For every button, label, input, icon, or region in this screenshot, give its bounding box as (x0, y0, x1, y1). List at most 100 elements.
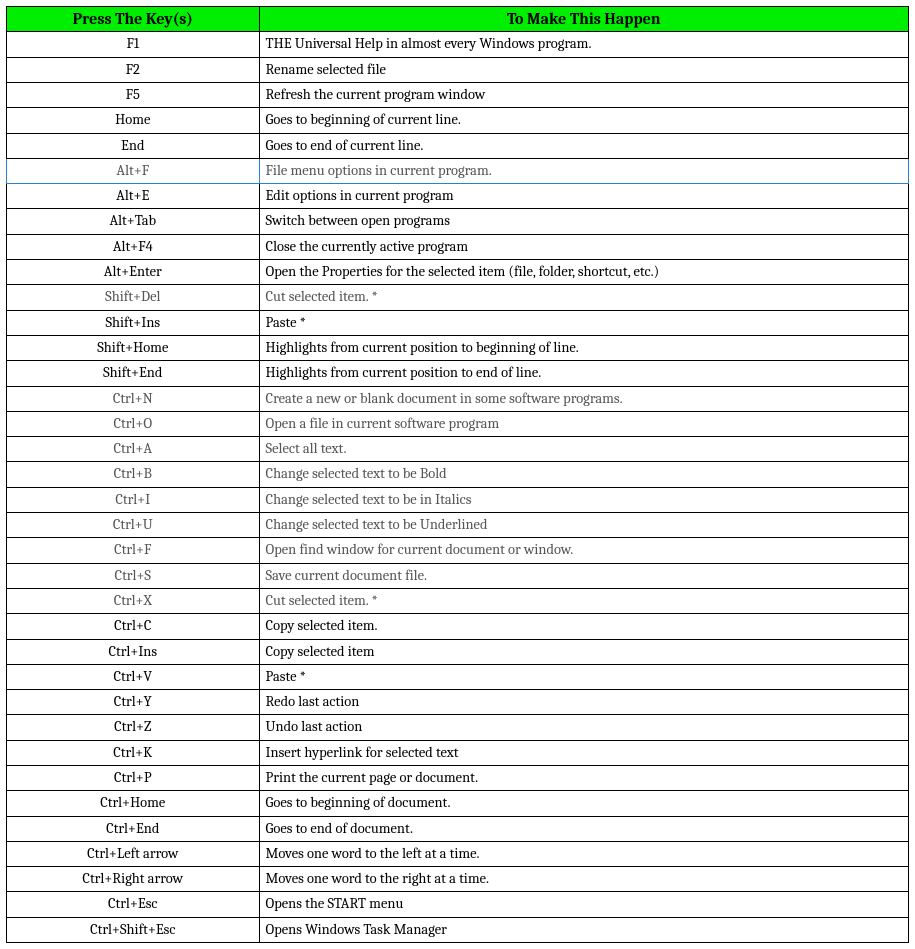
desc-cell: Save current document file. (259, 563, 908, 588)
key-cell: Ctrl+C (7, 614, 260, 639)
key-cell: F2 (7, 57, 260, 82)
table-row: Alt+EnterOpen the Properties for the sel… (7, 260, 909, 285)
key-cell: Ctrl+N (7, 386, 260, 411)
desc-cell: Open a file in current software program (259, 411, 908, 436)
table-row: Alt+F4Close the currently active program (7, 234, 909, 259)
key-cell: Shift+End (7, 361, 260, 386)
table-row: Ctrl+KInsert hyperlink for selected text (7, 740, 909, 765)
table-row: Shift+InsPaste * (7, 310, 909, 335)
desc-cell: Highlights from current position to end … (259, 361, 908, 386)
desc-cell: Redo last action (259, 690, 908, 715)
key-cell: Ctrl+Y (7, 690, 260, 715)
key-cell: Alt+E (7, 184, 260, 209)
table-row: Ctrl+VPaste * (7, 664, 909, 689)
table-row: HomeGoes to beginning of current line. (7, 108, 909, 133)
key-cell: Ctrl+Home (7, 791, 260, 816)
desc-cell: Copy selected item (259, 639, 908, 664)
desc-cell: Edit options in current program (259, 184, 908, 209)
table-row: EndGoes to end of current line. (7, 133, 909, 158)
desc-cell: Open the Properties for the selected ite… (259, 260, 908, 285)
desc-cell: File menu options in current program. (259, 158, 908, 183)
key-cell: Ctrl+End (7, 816, 260, 841)
desc-cell: Undo last action (259, 715, 908, 740)
key-cell: Shift+Home (7, 335, 260, 360)
desc-cell: Cut selected item. * (259, 588, 908, 613)
desc-cell: Rename selected file (259, 57, 908, 82)
table-row: Ctrl+FOpen find window for current docum… (7, 538, 909, 563)
table-row: Ctrl+ASelect all text. (7, 437, 909, 462)
key-cell: Ctrl+A (7, 437, 260, 462)
desc-cell: Moves one word to the left at a time. (259, 841, 908, 866)
table-row: Ctrl+EndGoes to end of document. (7, 816, 909, 841)
table-header-row: Press The Key(s) To Make This Happen (7, 7, 909, 32)
desc-cell: Goes to beginning of document. (259, 791, 908, 816)
key-cell: Alt+Enter (7, 260, 260, 285)
key-cell: F1 (7, 32, 260, 57)
key-cell: Ctrl+I (7, 487, 260, 512)
desc-cell: Change selected text to be Underlined (259, 513, 908, 538)
key-cell: Ctrl+S (7, 563, 260, 588)
table-row: Shift+DelCut selected item. * (7, 285, 909, 310)
desc-cell: Change selected text to be in Italics (259, 487, 908, 512)
table-row: Ctrl+Right arrowMoves one word to the ri… (7, 867, 909, 892)
key-cell: Ctrl+X (7, 588, 260, 613)
key-cell: Ctrl+P (7, 766, 260, 791)
key-cell: Ctrl+U (7, 513, 260, 538)
desc-cell: Paste * (259, 664, 908, 689)
table-row: Ctrl+SSave current document file. (7, 563, 909, 588)
table-row: Ctrl+Left arrowMoves one word to the lef… (7, 841, 909, 866)
table-row: Ctrl+Shift+EscOpens Windows Task Manager (7, 917, 909, 942)
table-row: Shift+EndHighlights from current positio… (7, 361, 909, 386)
desc-cell: Goes to end of current line. (259, 133, 908, 158)
table-row: Ctrl+BChange selected text to be Bold (7, 462, 909, 487)
desc-cell: THE Universal Help in almost every Windo… (259, 32, 908, 57)
desc-cell: Highlights from current position to begi… (259, 335, 908, 360)
table-row: Ctrl+ZUndo last action (7, 715, 909, 740)
table-row: Ctrl+YRedo last action (7, 690, 909, 715)
desc-cell: Refresh the current program window (259, 82, 908, 107)
table-row: F5Refresh the current program window (7, 82, 909, 107)
table-row: Ctrl+InsCopy selected item (7, 639, 909, 664)
desc-cell: Moves one word to the right at a time. (259, 867, 908, 892)
key-cell: Home (7, 108, 260, 133)
desc-cell: Copy selected item. (259, 614, 908, 639)
desc-cell: Select all text. (259, 437, 908, 462)
desc-cell: Paste * (259, 310, 908, 335)
desc-cell: Change selected text to be Bold (259, 462, 908, 487)
table-row: Alt+TabSwitch between open programs (7, 209, 909, 234)
desc-cell: Opens Windows Task Manager (259, 917, 908, 942)
desc-cell: Goes to beginning of current line. (259, 108, 908, 133)
table-row: Ctrl+EscOpens the START menu (7, 892, 909, 917)
key-cell: Alt+Tab (7, 209, 260, 234)
key-cell: Ctrl+K (7, 740, 260, 765)
key-cell: Ctrl+Shift+Esc (7, 917, 260, 942)
key-cell: Shift+Del (7, 285, 260, 310)
key-cell: Ctrl+B (7, 462, 260, 487)
table-row: Ctrl+XCut selected item. * (7, 588, 909, 613)
table-row: Alt+EEdit options in current program (7, 184, 909, 209)
table-row: Ctrl+NCreate a new or blank document in … (7, 386, 909, 411)
key-cell: Ctrl+Right arrow (7, 867, 260, 892)
key-cell: Ctrl+Left arrow (7, 841, 260, 866)
key-cell: Alt+F4 (7, 234, 260, 259)
shortcut-table: Press The Key(s) To Make This Happen F1T… (6, 6, 909, 943)
table-row: F1THE Universal Help in almost every Win… (7, 32, 909, 57)
table-row: Ctrl+CCopy selected item. (7, 614, 909, 639)
table-row: Alt+FFile menu options in current progra… (7, 158, 909, 183)
key-cell: Ctrl+O (7, 411, 260, 436)
key-cell: F5 (7, 82, 260, 107)
table-row: Ctrl+HomeGoes to beginning of document. (7, 791, 909, 816)
key-cell: Ctrl+Esc (7, 892, 260, 917)
table-row: Shift+HomeHighlights from current positi… (7, 335, 909, 360)
desc-cell: Close the currently active program (259, 234, 908, 259)
header-key: Press The Key(s) (7, 7, 260, 32)
key-cell: Ctrl+Ins (7, 639, 260, 664)
table-row: Ctrl+OOpen a file in current software pr… (7, 411, 909, 436)
desc-cell: Insert hyperlink for selected text (259, 740, 908, 765)
table-row: Ctrl+UChange selected text to be Underli… (7, 513, 909, 538)
key-cell: Shift+Ins (7, 310, 260, 335)
table-row: Ctrl+PPrint the current page or document… (7, 766, 909, 791)
table-row: F2Rename selected file (7, 57, 909, 82)
key-cell: End (7, 133, 260, 158)
desc-cell: Create a new or blank document in some s… (259, 386, 908, 411)
